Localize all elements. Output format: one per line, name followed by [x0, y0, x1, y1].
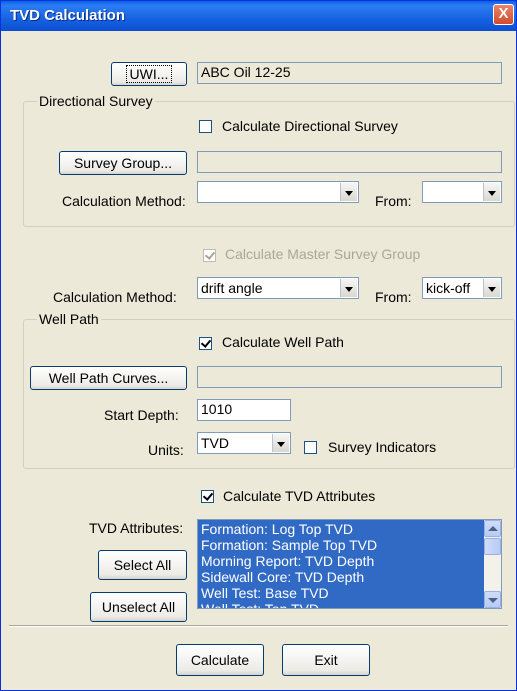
title-bar[interactable]: TVD Calculation X: [1, 1, 516, 31]
list-item[interactable]: Morning Report: TVD Depth: [201, 553, 374, 569]
tvd-calculation-dialog: TVD Calculation X UWI... ABC Oil 12-25 D…: [0, 0, 517, 691]
calculate-directional-survey-checkbox[interactable]: [199, 120, 212, 133]
calculate-tvd-attributes-checkbox[interactable]: [201, 490, 214, 503]
directional-calc-method-select[interactable]: [197, 181, 359, 203]
master-from-value: kick-off: [426, 280, 471, 296]
tvd-attributes-list[interactable]: Formation: Log Top TVD Formation: Sample…: [197, 519, 502, 609]
calculate-well-path-checkbox[interactable]: [199, 337, 212, 350]
well-path-group-title: Well Path: [37, 311, 101, 327]
master-calc-method-value: drift angle: [201, 280, 263, 296]
calculate-directional-survey-label[interactable]: Calculate Directional Survey: [222, 118, 398, 134]
chevron-down-icon[interactable]: [340, 183, 357, 201]
directional-calc-method-label: Calculation Method:: [62, 193, 186, 209]
list-item[interactable]: Formation: Sample Top TVD: [201, 537, 377, 553]
chevron-down-icon[interactable]: [272, 434, 289, 452]
survey-group-field: [197, 151, 502, 173]
list-item[interactable]: Well Test: Base TVD: [201, 585, 329, 601]
close-button[interactable]: X: [493, 4, 514, 25]
chevron-down-icon[interactable]: [340, 279, 357, 297]
well-path-curves-field: [197, 366, 502, 388]
directional-survey-group-title: Directional Survey: [37, 93, 155, 109]
footer-divider: [9, 625, 508, 627]
chevron-down-icon[interactable]: [483, 279, 500, 297]
scroll-down-icon[interactable]: [484, 591, 501, 608]
survey-group-button[interactable]: Survey Group...: [59, 151, 187, 175]
list-item[interactable]: Formation: Log Top TVD: [201, 521, 353, 537]
exit-button[interactable]: Exit: [282, 644, 370, 676]
calculate-master-survey-label[interactable]: Calculate Master Survey Group: [225, 246, 420, 262]
master-from-select[interactable]: kick-off: [422, 277, 502, 299]
units-label: Units:: [148, 442, 184, 458]
list-item[interactable]: Sidewall Core: TVD Depth: [201, 569, 364, 585]
list-item[interactable]: Well Test: Top TVD: [201, 601, 319, 608]
window-title: TVD Calculation: [10, 7, 126, 24]
select-all-button[interactable]: Select All: [98, 550, 187, 580]
start-depth-label: Start Depth:: [104, 407, 179, 423]
units-select[interactable]: TVD: [197, 432, 291, 454]
master-calc-method-label: Calculation Method:: [53, 289, 177, 305]
calculate-master-survey-checkbox[interactable]: [203, 249, 216, 262]
uwi-field: ABC Oil 12-25: [197, 62, 502, 84]
calculate-tvd-attributes-label[interactable]: Calculate TVD Attributes: [223, 488, 375, 504]
start-depth-input[interactable]: 1010: [197, 399, 291, 421]
directional-from-select[interactable]: [422, 181, 502, 203]
uwi-button-label: UWI...: [125, 65, 173, 83]
tvd-attributes-label: TVD Attributes:: [89, 520, 184, 536]
calculate-button[interactable]: Calculate: [176, 644, 264, 676]
calculate-well-path-label[interactable]: Calculate Well Path: [222, 334, 344, 350]
chevron-down-icon[interactable]: [483, 183, 500, 201]
master-calc-method-select[interactable]: drift angle: [197, 277, 359, 299]
units-value: TVD: [201, 435, 229, 451]
unselect-all-button[interactable]: Unselect All: [90, 592, 187, 622]
master-from-label: From:: [375, 289, 412, 305]
scroll-thumb[interactable]: [484, 538, 501, 555]
survey-indicators-label[interactable]: Survey Indicators: [328, 439, 436, 455]
vertical-scrollbar[interactable]: [484, 520, 501, 608]
survey-indicators-checkbox[interactable]: [304, 441, 317, 454]
well-path-curves-button[interactable]: Well Path Curves...: [30, 366, 187, 390]
scroll-up-icon[interactable]: [484, 520, 501, 537]
directional-from-label: From:: [375, 193, 412, 209]
uwi-button[interactable]: UWI...: [111, 62, 187, 86]
